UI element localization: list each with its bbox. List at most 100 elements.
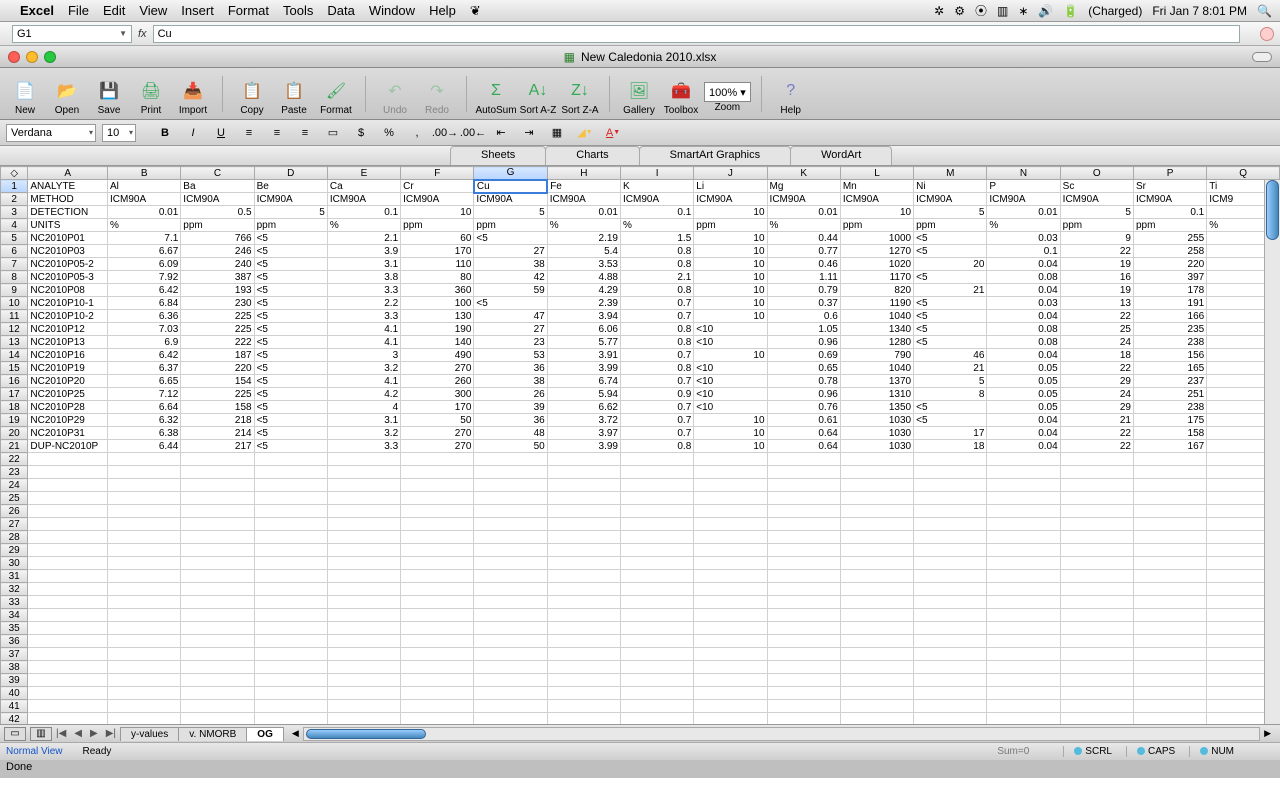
cell[interactable] — [694, 687, 767, 700]
row-header[interactable]: 33 — [1, 596, 28, 609]
cell[interactable]: 237 — [1133, 375, 1206, 388]
cell[interactable] — [547, 622, 620, 635]
cell[interactable]: 50 — [401, 414, 474, 427]
cell[interactable] — [1133, 570, 1206, 583]
cell[interactable]: 0.79 — [767, 284, 840, 297]
cell[interactable]: 24 — [1060, 336, 1133, 349]
view-normal-button[interactable]: ▭ — [4, 727, 26, 741]
cell[interactable]: 260 — [401, 375, 474, 388]
cell[interactable] — [254, 583, 327, 596]
cell[interactable]: 3 — [327, 349, 400, 362]
cell[interactable] — [694, 518, 767, 531]
cell[interactable]: % — [987, 219, 1060, 232]
cell[interactable] — [474, 635, 547, 648]
cell[interactable] — [767, 661, 840, 674]
cell[interactable]: ICM90A — [327, 193, 400, 206]
cell[interactable] — [254, 492, 327, 505]
cell[interactable] — [840, 596, 913, 609]
cell[interactable]: 6.09 — [108, 258, 181, 271]
cell[interactable]: 1030 — [840, 440, 913, 453]
cell[interactable]: 80 — [401, 271, 474, 284]
cell[interactable] — [840, 531, 913, 544]
cell[interactable] — [1133, 661, 1206, 674]
menu-window[interactable]: Window — [369, 3, 415, 18]
cell[interactable]: Li — [694, 180, 767, 193]
cell[interactable] — [181, 466, 254, 479]
horizontal-scroll-thumb[interactable] — [306, 729, 426, 739]
cell[interactable]: ANALYTE — [28, 180, 108, 193]
cell[interactable]: ICM90A — [1133, 193, 1206, 206]
cell[interactable]: NC2010P29 — [28, 414, 108, 427]
cell[interactable]: 0.7 — [620, 349, 693, 362]
cell[interactable]: 187 — [181, 349, 254, 362]
cell[interactable]: 26 — [474, 388, 547, 401]
toolbar-toolbox-button[interactable]: 🧰Toolbox — [662, 72, 700, 116]
cell[interactable]: Sc — [1060, 180, 1133, 193]
cell[interactable]: 17 — [914, 427, 987, 440]
cell[interactable] — [181, 687, 254, 700]
cell[interactable]: 190 — [401, 323, 474, 336]
cell[interactable]: NC2010P10-2 — [28, 310, 108, 323]
cell[interactable] — [547, 674, 620, 687]
cell[interactable] — [28, 479, 108, 492]
cell[interactable] — [767, 622, 840, 635]
cell[interactable]: 0.96 — [767, 336, 840, 349]
cell[interactable]: ppm — [694, 219, 767, 232]
cell[interactable] — [840, 661, 913, 674]
cell[interactable] — [401, 479, 474, 492]
cell[interactable]: 10 — [694, 427, 767, 440]
cell[interactable]: 0.69 — [767, 349, 840, 362]
menu-help[interactable]: Help — [429, 3, 456, 18]
cell[interactable]: 6.65 — [108, 375, 181, 388]
cell[interactable]: 16 — [1060, 271, 1133, 284]
cell[interactable]: 0.04 — [987, 258, 1060, 271]
cell[interactable] — [767, 492, 840, 505]
row-header[interactable]: 41 — [1, 700, 28, 713]
cell[interactable]: 36 — [474, 362, 547, 375]
cell[interactable] — [108, 466, 181, 479]
cell[interactable]: Al — [108, 180, 181, 193]
cell[interactable] — [327, 557, 400, 570]
cell[interactable]: 6.42 — [108, 349, 181, 362]
sheet-nav-prev[interactable]: ◀ — [74, 728, 82, 739]
cell[interactable] — [694, 583, 767, 596]
cell[interactable]: 0.8 — [620, 245, 693, 258]
cell[interactable]: <5 — [254, 271, 327, 284]
cell[interactable] — [1133, 713, 1206, 725]
cell[interactable]: 0.05 — [987, 388, 1060, 401]
cell[interactable] — [620, 674, 693, 687]
cell[interactable]: <5 — [254, 375, 327, 388]
row-header[interactable]: 30 — [1, 557, 28, 570]
column-header[interactable]: F — [401, 167, 474, 180]
cell[interactable] — [327, 466, 400, 479]
cell[interactable] — [840, 713, 913, 725]
cell[interactable]: 0.96 — [767, 388, 840, 401]
column-header[interactable]: M — [914, 167, 987, 180]
cell[interactable]: NC2010P01 — [28, 232, 108, 245]
cell[interactable] — [1060, 713, 1133, 725]
cell[interactable] — [620, 466, 693, 479]
cell[interactable] — [108, 609, 181, 622]
column-header[interactable]: I — [620, 167, 693, 180]
cell[interactable] — [914, 635, 987, 648]
toolbar-format-button[interactable]: 🖌Format — [317, 72, 355, 116]
cell[interactable] — [401, 700, 474, 713]
cell[interactable] — [914, 622, 987, 635]
cell[interactable] — [694, 453, 767, 466]
cell[interactable]: 19 — [1060, 284, 1133, 297]
cell[interactable]: <5 — [254, 258, 327, 271]
cell[interactable] — [914, 453, 987, 466]
cell[interactable] — [254, 531, 327, 544]
column-header[interactable]: C — [181, 167, 254, 180]
cell[interactable]: 29 — [1060, 401, 1133, 414]
cell[interactable]: 3.94 — [547, 310, 620, 323]
cell[interactable] — [108, 518, 181, 531]
cell[interactable]: 0.03 — [987, 232, 1060, 245]
cell[interactable] — [914, 570, 987, 583]
cell[interactable] — [987, 544, 1060, 557]
cell[interactable] — [401, 505, 474, 518]
decrease-indent-button[interactable]: ⇤ — [490, 123, 512, 143]
cell[interactable]: <5 — [254, 440, 327, 453]
cell[interactable] — [914, 492, 987, 505]
cell[interactable] — [474, 570, 547, 583]
